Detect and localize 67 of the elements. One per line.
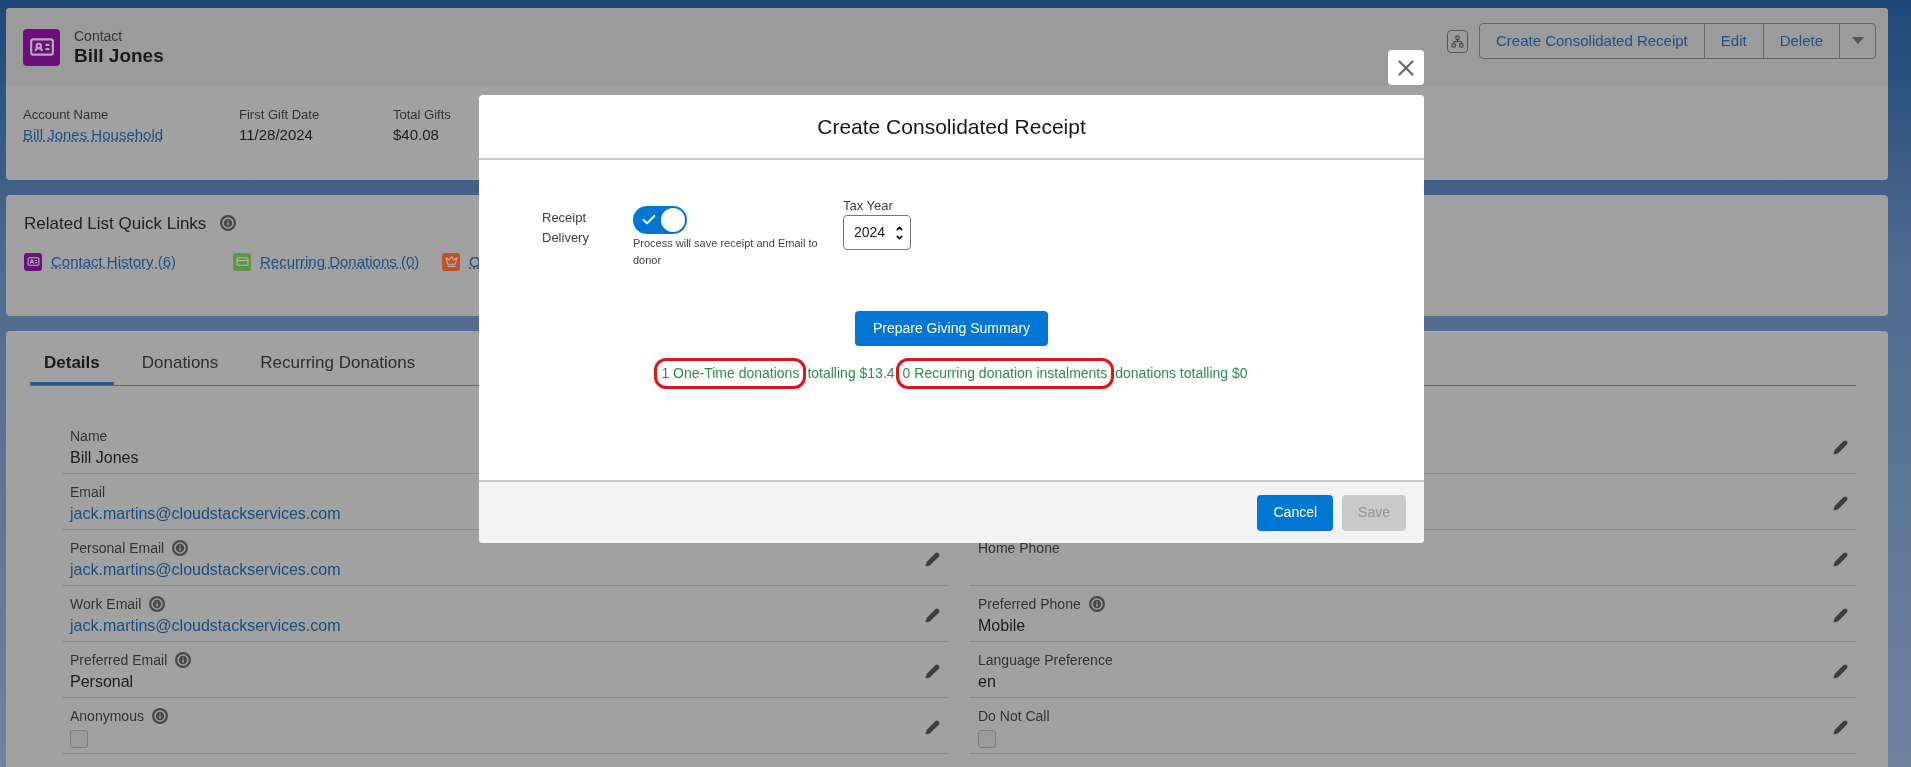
edit-pencil-icon[interactable] bbox=[1833, 720, 1848, 735]
object-type: Contact bbox=[74, 27, 124, 45]
highlight-label: Account Name bbox=[23, 106, 110, 124]
field-value: Mobile bbox=[978, 616, 1027, 636]
highlight-value: 11/28/2024 bbox=[239, 125, 314, 145]
highlight-label: First Gift Date bbox=[239, 106, 321, 124]
info-icon[interactable] bbox=[172, 540, 189, 556]
email-link[interactable]: jack.martins@cloudstackservices.com bbox=[70, 558, 341, 582]
field-label: Preferred Phone bbox=[978, 594, 1081, 614]
edit-pencil-icon[interactable] bbox=[925, 720, 940, 735]
action-button[interactable]: Create Consolidated Receipt bbox=[1480, 24, 1705, 58]
summary-text: donations totalling $0 bbox=[1114, 364, 1249, 383]
record-title: Bill Jones bbox=[74, 44, 164, 67]
prepare-summary-button[interactable]: Prepare Giving Summary bbox=[854, 311, 1049, 346]
field-value: Bill Jones bbox=[70, 448, 139, 468]
action-button[interactable]: Delete bbox=[1763, 24, 1840, 58]
checkbox[interactable] bbox=[978, 730, 996, 748]
highlight-value: $40.08 bbox=[393, 125, 440, 145]
toggle-label: Receipt Delivery bbox=[542, 209, 590, 247]
field-label: Personal Email bbox=[70, 538, 165, 558]
info-icon[interactable] bbox=[175, 652, 192, 668]
tab[interactable]: Donations bbox=[127, 344, 233, 385]
hierarchy-icon[interactable] bbox=[1447, 29, 1468, 53]
toggle-help-text: Process will save receipt and Email to donor bbox=[633, 236, 818, 268]
field-label: Do Not Call bbox=[978, 706, 1050, 726]
toggle-switch[interactable] bbox=[633, 206, 687, 234]
field-label: Anonymous bbox=[70, 706, 144, 726]
account-link[interactable]: Bill Jones Household bbox=[23, 124, 239, 146]
field-value: Personal bbox=[70, 672, 135, 692]
info-icon[interactable] bbox=[151, 708, 168, 724]
highlight-label: Total Gifts bbox=[393, 106, 452, 124]
edit-pencil-icon[interactable] bbox=[925, 608, 940, 623]
modal-title: Create Consolidated Receipt bbox=[817, 113, 1086, 140]
field-label: Tax Year bbox=[843, 197, 894, 215]
edit-pencil-icon[interactable] bbox=[925, 552, 940, 567]
edit-pencil-icon[interactable] bbox=[1833, 440, 1848, 455]
circled-summary-text: 1 One-Time donations bbox=[654, 358, 807, 389]
related-list-link[interactable]: Contact History (6) bbox=[51, 250, 177, 273]
related-list-link[interactable]: Recurring Donations (0) bbox=[260, 250, 420, 273]
circled-summary-text: 0 Recurring donation instalments bbox=[895, 358, 1115, 389]
edit-pencil-icon[interactable] bbox=[1833, 608, 1848, 623]
edit-pencil-icon[interactable] bbox=[1833, 664, 1848, 679]
field-label: Preferred Email bbox=[70, 650, 168, 670]
field-label: Name bbox=[70, 426, 108, 446]
field-value: en bbox=[978, 672, 997, 692]
tab[interactable]: Details bbox=[30, 344, 114, 385]
edit-pencil-icon[interactable] bbox=[1833, 496, 1848, 511]
info-icon[interactable] bbox=[1088, 596, 1105, 612]
summary-text: totalling $13.4 bbox=[806, 364, 896, 383]
email-link[interactable]: jack.martins@cloudstackservices.com bbox=[70, 502, 341, 526]
info-icon[interactable] bbox=[149, 596, 166, 612]
field-label: Home Phone bbox=[978, 538, 1060, 558]
tab[interactable]: Recurring Donations bbox=[246, 344, 430, 385]
action-button[interactable]: Edit bbox=[1704, 24, 1764, 58]
contact-card-icon bbox=[23, 28, 60, 66]
email-link[interactable]: jack.martins@cloudstackservices.com bbox=[70, 614, 341, 638]
edit-pencil-icon[interactable] bbox=[925, 664, 940, 679]
tax-year-spinner[interactable]: 2024 bbox=[843, 215, 911, 250]
info-icon[interactable] bbox=[220, 214, 237, 231]
card-title: Related List Quick Links bbox=[24, 213, 207, 235]
field-label: Work Email bbox=[70, 594, 142, 614]
caret-down-icon bbox=[1851, 37, 1864, 45]
field-label: Email bbox=[70, 482, 105, 502]
edit-pencil-icon[interactable] bbox=[1833, 552, 1848, 567]
checkbox[interactable] bbox=[70, 730, 88, 748]
footer-button[interactable]: Cancel bbox=[1257, 494, 1334, 531]
field-label: Language Preference bbox=[978, 650, 1113, 670]
